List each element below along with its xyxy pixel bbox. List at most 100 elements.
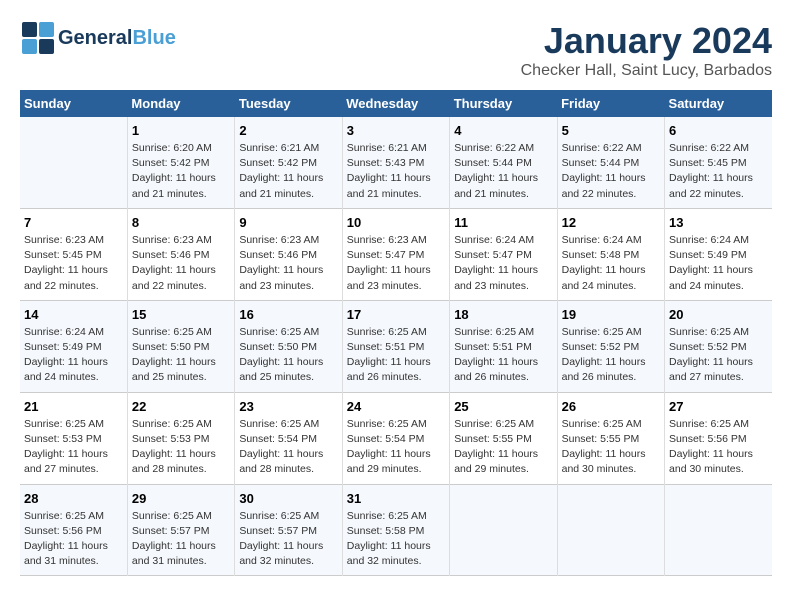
day-number: 28 xyxy=(24,491,123,506)
calendar-cell xyxy=(557,484,664,576)
day-number: 22 xyxy=(132,399,230,414)
calendar-cell: 7Sunrise: 6:23 AMSunset: 5:45 PMDaylight… xyxy=(20,208,127,300)
day-info: Sunrise: 6:25 AMSunset: 5:57 PMDaylight:… xyxy=(239,509,337,570)
calendar-cell: 11Sunrise: 6:24 AMSunset: 5:47 PMDayligh… xyxy=(450,208,557,300)
day-info: Sunrise: 6:24 AMSunset: 5:49 PMDaylight:… xyxy=(669,233,768,294)
day-number: 3 xyxy=(347,123,445,138)
day-info: Sunrise: 6:24 AMSunset: 5:48 PMDaylight:… xyxy=(562,233,660,294)
day-number: 10 xyxy=(347,215,445,230)
day-number: 30 xyxy=(239,491,337,506)
calendar-cell: 18 Sunrise: 6:25 AMSunset: 5:51 PMDayligh… xyxy=(450,300,557,392)
day-number: 26 xyxy=(562,399,660,414)
title-section: January 2024 Checker Hall, Saint Lucy, B… xyxy=(521,20,772,80)
day-number: 14 xyxy=(24,307,123,322)
calendar-cell xyxy=(450,484,557,576)
column-header-sunday: Sunday xyxy=(20,90,127,117)
logo-part2: Blue xyxy=(132,27,175,49)
calendar-cell: 25Sunrise: 6:25 AMSunset: 5:55 PMDayligh… xyxy=(450,392,557,484)
day-number: 6 xyxy=(669,123,768,138)
page-header: GeneralBlue January 2024 Checker Hall, S… xyxy=(20,20,772,80)
day-info: Sunrise: 6:23 AMSunset: 5:45 PMDaylight:… xyxy=(24,233,123,294)
day-number: 11 xyxy=(454,215,552,230)
calendar-cell: 22 Sunrise: 6:25 AMSunset: 5:53 PMDayligh… xyxy=(127,392,234,484)
header-row: SundayMondayTuesdayWednesdayThursdayFrid… xyxy=(20,90,772,117)
calendar-cell: 2 Sunrise: 6:21 AMSunset: 5:42 PMDaylight… xyxy=(235,117,342,208)
day-number: 27 xyxy=(669,399,768,414)
column-header-monday: Monday xyxy=(127,90,234,117)
calendar-cell: 4 Sunrise: 6:22 AMSunset: 5:44 PMDaylight… xyxy=(450,117,557,208)
week-row-5: 28 Sunrise: 6:25 AMSunset: 5:56 PMDayligh… xyxy=(20,484,772,576)
calendar-cell: 31 Sunrise: 6:25 AMSunset: 5:58 PMDayligh… xyxy=(342,484,449,576)
calendar-cell: 23Sunrise: 6:25 AMSunset: 5:54 PMDayligh… xyxy=(235,392,342,484)
calendar-cell xyxy=(20,117,127,208)
calendar-cell: 3 Sunrise: 6:21 AMSunset: 5:43 PMDaylight… xyxy=(342,117,449,208)
day-number: 5 xyxy=(562,123,660,138)
day-info: Sunrise: 6:25 AMSunset: 5:58 PMDaylight:… xyxy=(347,509,445,570)
column-header-thursday: Thursday xyxy=(450,90,557,117)
day-info: Sunrise: 6:25 AMSunset: 5:53 PMDaylight:… xyxy=(132,417,230,478)
logo-part1: General xyxy=(58,27,132,49)
day-number: 25 xyxy=(454,399,552,414)
day-number: 12 xyxy=(562,215,660,230)
subtitle: Checker Hall, Saint Lucy, Barbados xyxy=(521,62,772,80)
day-number: 8 xyxy=(132,215,230,230)
calendar-cell: 15 Sunrise: 6:25 AMSunset: 5:50 PMDayligh… xyxy=(127,300,234,392)
day-info: Sunrise: 6:25 AMSunset: 5:51 PMDaylight:… xyxy=(347,325,445,386)
day-info: Sunrise: 6:25 AMSunset: 5:50 PMDaylight:… xyxy=(132,325,230,386)
calendar-cell: 10 Sunrise: 6:23 AMSunset: 5:47 PMDayligh… xyxy=(342,208,449,300)
day-info: Sunrise: 6:22 AMSunset: 5:44 PMDaylight:… xyxy=(454,141,552,202)
column-header-wednesday: Wednesday xyxy=(342,90,449,117)
column-header-tuesday: Tuesday xyxy=(235,90,342,117)
day-info: Sunrise: 6:25 AMSunset: 5:52 PMDaylight:… xyxy=(562,325,660,386)
main-title: January 2024 xyxy=(521,20,772,62)
day-info: Sunrise: 6:25 AMSunset: 5:51 PMDaylight:… xyxy=(454,325,552,386)
day-number: 4 xyxy=(454,123,552,138)
day-info: Sunrise: 6:23 AMSunset: 5:46 PMDaylight:… xyxy=(239,233,337,294)
calendar-cell: 9 Sunrise: 6:23 AMSunset: 5:46 PMDaylight… xyxy=(235,208,342,300)
day-number: 19 xyxy=(562,307,660,322)
day-info: Sunrise: 6:25 AMSunset: 5:55 PMDaylight:… xyxy=(562,417,660,478)
day-number: 24 xyxy=(347,399,445,414)
day-info: Sunrise: 6:25 AMSunset: 5:52 PMDaylight:… xyxy=(669,325,768,386)
day-number: 18 xyxy=(454,307,552,322)
day-info: Sunrise: 6:24 AMSunset: 5:49 PMDaylight:… xyxy=(24,325,123,386)
logo-icon xyxy=(20,20,56,56)
calendar-cell: 14 Sunrise: 6:24 AMSunset: 5:49 PMDayligh… xyxy=(20,300,127,392)
column-header-friday: Friday xyxy=(557,90,664,117)
calendar-cell: 29Sunrise: 6:25 AMSunset: 5:57 PMDayligh… xyxy=(127,484,234,576)
day-info: Sunrise: 6:25 AMSunset: 5:54 PMDaylight:… xyxy=(239,417,337,478)
column-header-saturday: Saturday xyxy=(665,90,772,117)
day-number: 20 xyxy=(669,307,768,322)
calendar-cell: 5 Sunrise: 6:22 AMSunset: 5:44 PMDaylight… xyxy=(557,117,664,208)
calendar-cell: 24Sunrise: 6:25 AMSunset: 5:54 PMDayligh… xyxy=(342,392,449,484)
week-row-3: 14 Sunrise: 6:24 AMSunset: 5:49 PMDayligh… xyxy=(20,300,772,392)
calendar-cell: 13Sunrise: 6:24 AMSunset: 5:49 PMDayligh… xyxy=(665,208,772,300)
day-info: Sunrise: 6:20 AMSunset: 5:42 PMDaylight:… xyxy=(132,141,230,202)
week-row-1: 1Sunrise: 6:20 AMSunset: 5:42 PMDaylight… xyxy=(20,117,772,208)
day-number: 31 xyxy=(347,491,445,506)
calendar-cell: 27Sunrise: 6:25 AMSunset: 5:56 PMDayligh… xyxy=(665,392,772,484)
day-number: 15 xyxy=(132,307,230,322)
day-info: Sunrise: 6:23 AMSunset: 5:46 PMDaylight:… xyxy=(132,233,230,294)
day-info: Sunrise: 6:22 AMSunset: 5:44 PMDaylight:… xyxy=(562,141,660,202)
logo: GeneralBlue xyxy=(20,20,176,56)
week-row-2: 7Sunrise: 6:23 AMSunset: 5:45 PMDaylight… xyxy=(20,208,772,300)
calendar-cell: 19 Sunrise: 6:25 AMSunset: 5:52 PMDayligh… xyxy=(557,300,664,392)
day-number: 9 xyxy=(239,215,337,230)
day-info: Sunrise: 6:25 AMSunset: 5:56 PMDaylight:… xyxy=(24,509,123,570)
calendar-cell: 16Sunrise: 6:25 AMSunset: 5:50 PMDayligh… xyxy=(235,300,342,392)
calendar-cell: 1Sunrise: 6:20 AMSunset: 5:42 PMDaylight… xyxy=(127,117,234,208)
day-number: 16 xyxy=(239,307,337,322)
calendar-cell: 17Sunrise: 6:25 AMSunset: 5:51 PMDayligh… xyxy=(342,300,449,392)
calendar-cell: 30 Sunrise: 6:25 AMSunset: 5:57 PMDayligh… xyxy=(235,484,342,576)
day-info: Sunrise: 6:22 AMSunset: 5:45 PMDaylight:… xyxy=(669,141,768,202)
day-number: 2 xyxy=(239,123,337,138)
calendar-cell: 8 Sunrise: 6:23 AMSunset: 5:46 PMDaylight… xyxy=(127,208,234,300)
day-info: Sunrise: 6:25 AMSunset: 5:57 PMDaylight:… xyxy=(132,509,230,570)
calendar-cell: 21Sunrise: 6:25 AMSunset: 5:53 PMDayligh… xyxy=(20,392,127,484)
calendar-cell: 26 Sunrise: 6:25 AMSunset: 5:55 PMDayligh… xyxy=(557,392,664,484)
day-info: Sunrise: 6:23 AMSunset: 5:47 PMDaylight:… xyxy=(347,233,445,294)
calendar-cell: 20 Sunrise: 6:25 AMSunset: 5:52 PMDayligh… xyxy=(665,300,772,392)
day-info: Sunrise: 6:21 AMSunset: 5:42 PMDaylight:… xyxy=(239,141,337,202)
day-info: Sunrise: 6:21 AMSunset: 5:43 PMDaylight:… xyxy=(347,141,445,202)
